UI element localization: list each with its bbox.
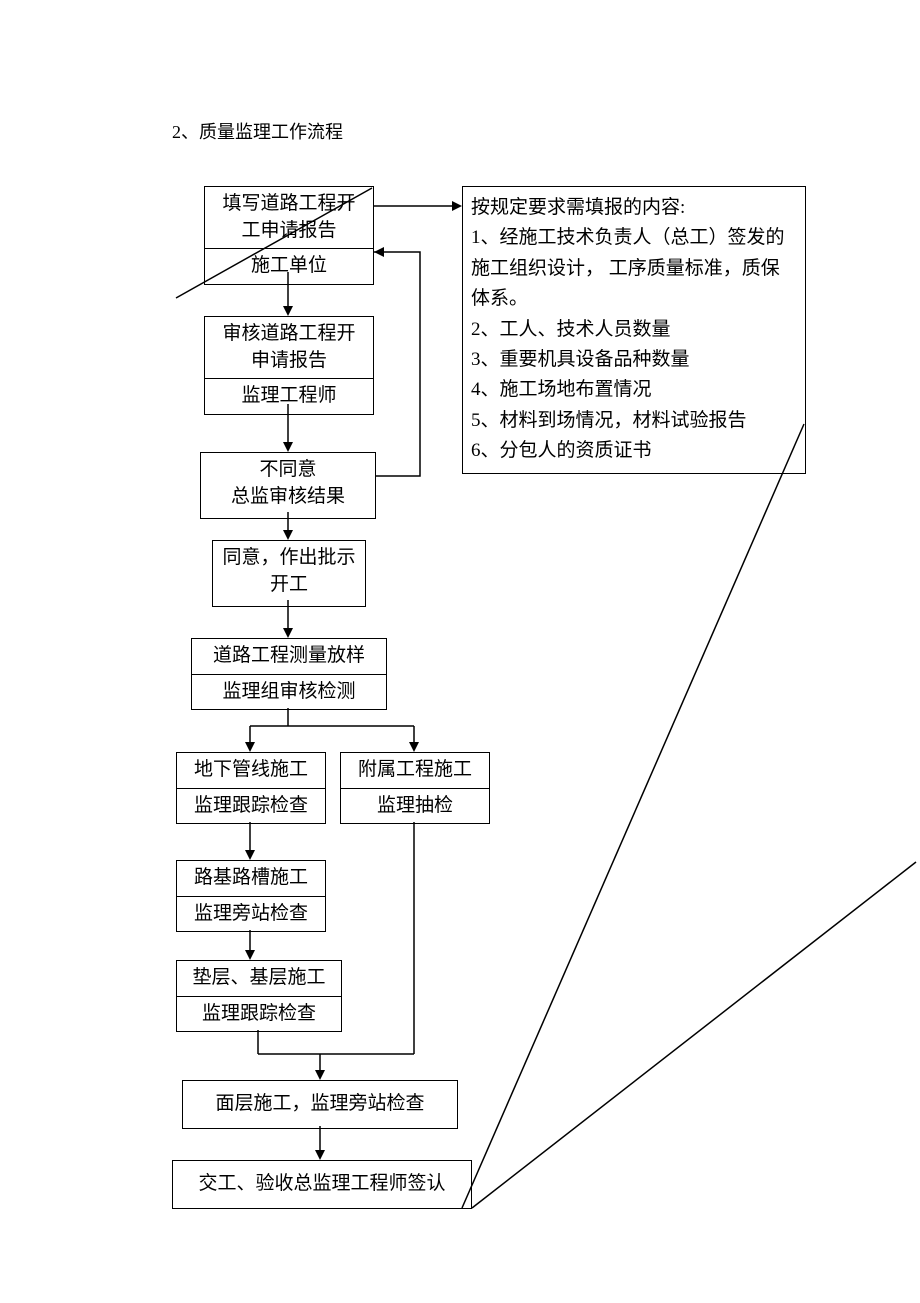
requirements-note: 按规定要求需填报的内容: 1、经施工技术负责人（总工）签发的施工组织设计， 工序… (462, 186, 806, 474)
box-approve-label: 同意，作出批示 (222, 545, 355, 572)
box-fill-application-top: 填写道路工程开 工申请报告 (205, 187, 373, 249)
note-item-5: 5、材料到场情况，材料试验报告 (471, 406, 797, 436)
note-item-1: 1、经施工技术负责人（总工）签发的施工组织设计， 工序质量标准，质保体系。 (471, 223, 797, 314)
box-subgrade: 路基路槽施工 监理旁站检查 (176, 860, 326, 932)
box-director-review: 不同意 总监审核结果 (200, 452, 376, 519)
box-review-application: 审核道路工程开 申请报告 监理工程师 (204, 316, 374, 415)
box-surface-layer: 面层施工，监理旁站检查 (182, 1080, 458, 1129)
note-item-2: 2、工人、技术人员数量 (471, 315, 797, 345)
box-auxiliary-works: 附属工程施工 监理抽检 (340, 752, 490, 824)
box-auxiliary-top: 附属工程施工 (341, 753, 489, 789)
box-review-application-top: 审核道路工程开 申请报告 (205, 317, 373, 379)
box-subgrade-top: 路基路槽施工 (177, 861, 325, 897)
box-base-layer: 垫层、基层施工 监理跟踪检查 (176, 960, 342, 1032)
box-fill-application: 填写道路工程开 工申请报告 施工单位 (204, 186, 374, 285)
box-underground-pipeline: 地下管线施工 监理跟踪检查 (176, 752, 326, 824)
box-fill-application-bot: 施工单位 (205, 249, 373, 284)
box-start-label: 开工 (270, 572, 308, 599)
box-director-disagree: 不同意 (259, 457, 316, 484)
box-underground-top: 地下管线施工 (177, 753, 325, 789)
note-item-3: 3、重要机具设备品种数量 (471, 345, 797, 375)
box-survey-top: 道路工程测量放样 (192, 639, 386, 675)
box-survey-bot: 监理组审核检测 (192, 675, 386, 710)
box-subgrade-bot: 监理旁站检查 (177, 897, 325, 932)
box-base-top: 垫层、基层施工 (177, 961, 341, 997)
box-surface-label: 面层施工，监理旁站检查 (215, 1091, 424, 1118)
box-auxiliary-bot: 监理抽检 (341, 789, 489, 824)
note-item-6: 6、分包人的资质证书 (471, 436, 797, 466)
box-survey-layout: 道路工程测量放样 监理组审核检测 (191, 638, 387, 710)
note-heading: 按规定要求需填报的内容: (471, 193, 797, 223)
box-handover-label: 交工、验收总监理工程师签认 (198, 1171, 445, 1198)
box-review-application-bot: 监理工程师 (205, 379, 373, 414)
section-title: 2、质量监理工作流程 (172, 118, 343, 144)
note-item-4: 4、施工场地布置情况 (471, 375, 797, 405)
box-director-result: 总监审核结果 (231, 484, 345, 511)
box-handover-acceptance: 交工、验收总监理工程师签认 (172, 1160, 472, 1209)
box-underground-bot: 监理跟踪检查 (177, 789, 325, 824)
box-base-bot: 监理跟踪检查 (177, 997, 341, 1032)
box-approve-start: 同意，作出批示 开工 (212, 540, 366, 607)
